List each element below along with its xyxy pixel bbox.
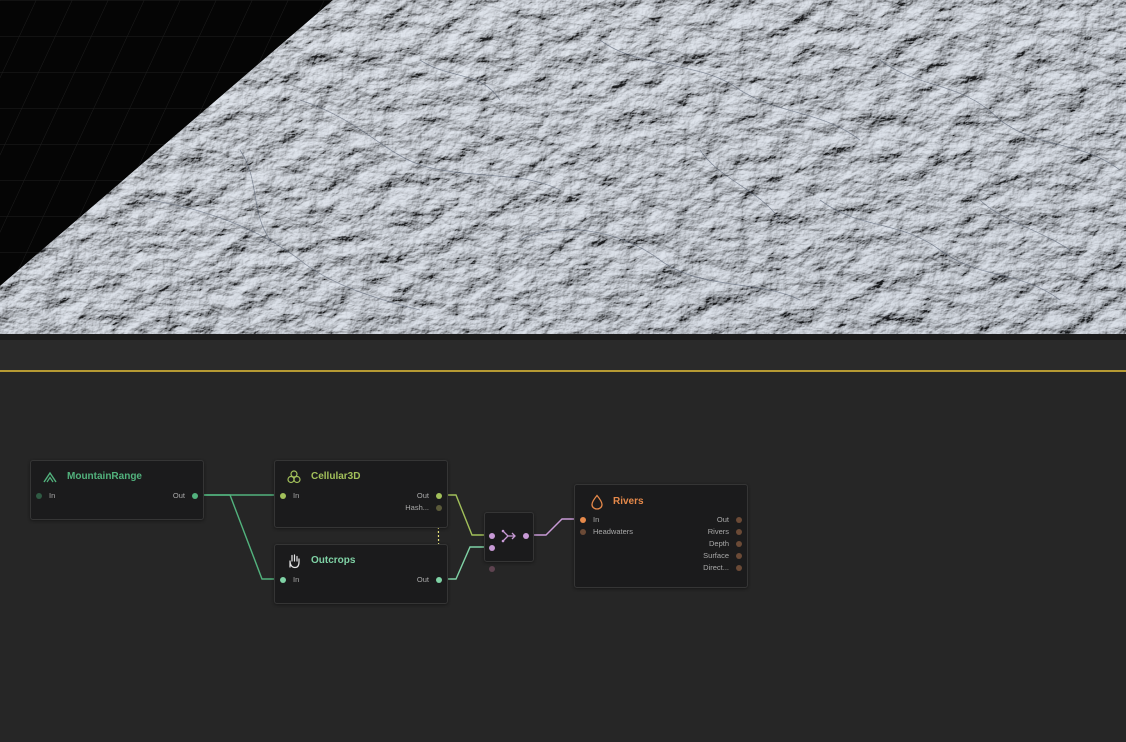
output-label: Out	[416, 575, 429, 584]
node-rivers[interactable]: Rivers In Headwaters Out Rivers Depth Su…	[574, 484, 748, 588]
droplet-icon	[591, 494, 603, 510]
output-port[interactable]	[736, 517, 742, 523]
input-port-a[interactable]	[489, 533, 495, 539]
hand-icon	[289, 554, 300, 569]
output-port[interactable]	[436, 493, 442, 499]
node-title: Outcrops	[311, 555, 356, 566]
mountain-icon	[43, 471, 57, 483]
active-panel-indicator	[0, 370, 1126, 372]
graph-toolbar	[0, 340, 1126, 370]
output-label: Direct...	[703, 563, 729, 572]
hash-output-port[interactable]	[436, 505, 442, 511]
input-label: In	[49, 491, 56, 500]
node-mountain-range[interactable]: MountainRange In Out	[30, 460, 204, 520]
node-combine[interactable]	[484, 512, 534, 562]
output-label: Out	[172, 491, 185, 500]
output-label: Out	[716, 515, 729, 524]
combine-extra-port[interactable]	[489, 566, 495, 572]
output-port[interactable]	[736, 553, 742, 559]
input-label: In	[293, 575, 300, 584]
output-label: Out	[416, 491, 429, 500]
output-port[interactable]	[736, 529, 742, 535]
terrain-viewport[interactable]	[0, 0, 1126, 334]
wire-mountain-to-outcrops	[202, 494, 282, 580]
output-port[interactable]	[736, 541, 742, 547]
input-port-headwaters[interactable]	[580, 529, 586, 535]
input-label: In	[593, 515, 600, 524]
merge-icon	[501, 529, 516, 543]
output-port[interactable]	[436, 577, 442, 583]
input-port[interactable]	[280, 577, 286, 583]
input-label: In	[293, 491, 300, 500]
output-port[interactable]	[736, 565, 742, 571]
node-title: Cellular3D	[311, 471, 361, 482]
node-graph-editor[interactable]: MountainRange In Out Cellular3D In Out H…	[0, 340, 1126, 742]
node-title: MountainRange	[67, 471, 142, 482]
input-port-in[interactable]	[580, 517, 586, 523]
output-label: Surface	[703, 551, 729, 560]
output-port[interactable]	[192, 493, 198, 499]
connection-wires	[195, 494, 583, 580]
output-label: Rivers	[707, 527, 729, 536]
input-label: Headwaters	[593, 527, 634, 536]
output-port[interactable]	[523, 533, 529, 539]
node-outcrops[interactable]: Outcrops In Out	[274, 544, 448, 604]
terrain-render	[0, 0, 1126, 334]
node-title: Rivers	[613, 496, 644, 507]
cells-icon	[287, 470, 301, 484]
input-port-b[interactable]	[489, 545, 495, 551]
node-cellular3d[interactable]: Cellular3D In Out Hash...	[274, 460, 448, 528]
input-port[interactable]	[36, 493, 42, 499]
output-label: Depth	[708, 539, 729, 548]
input-port[interactable]	[280, 493, 286, 499]
hash-output-label: Hash...	[405, 503, 429, 512]
